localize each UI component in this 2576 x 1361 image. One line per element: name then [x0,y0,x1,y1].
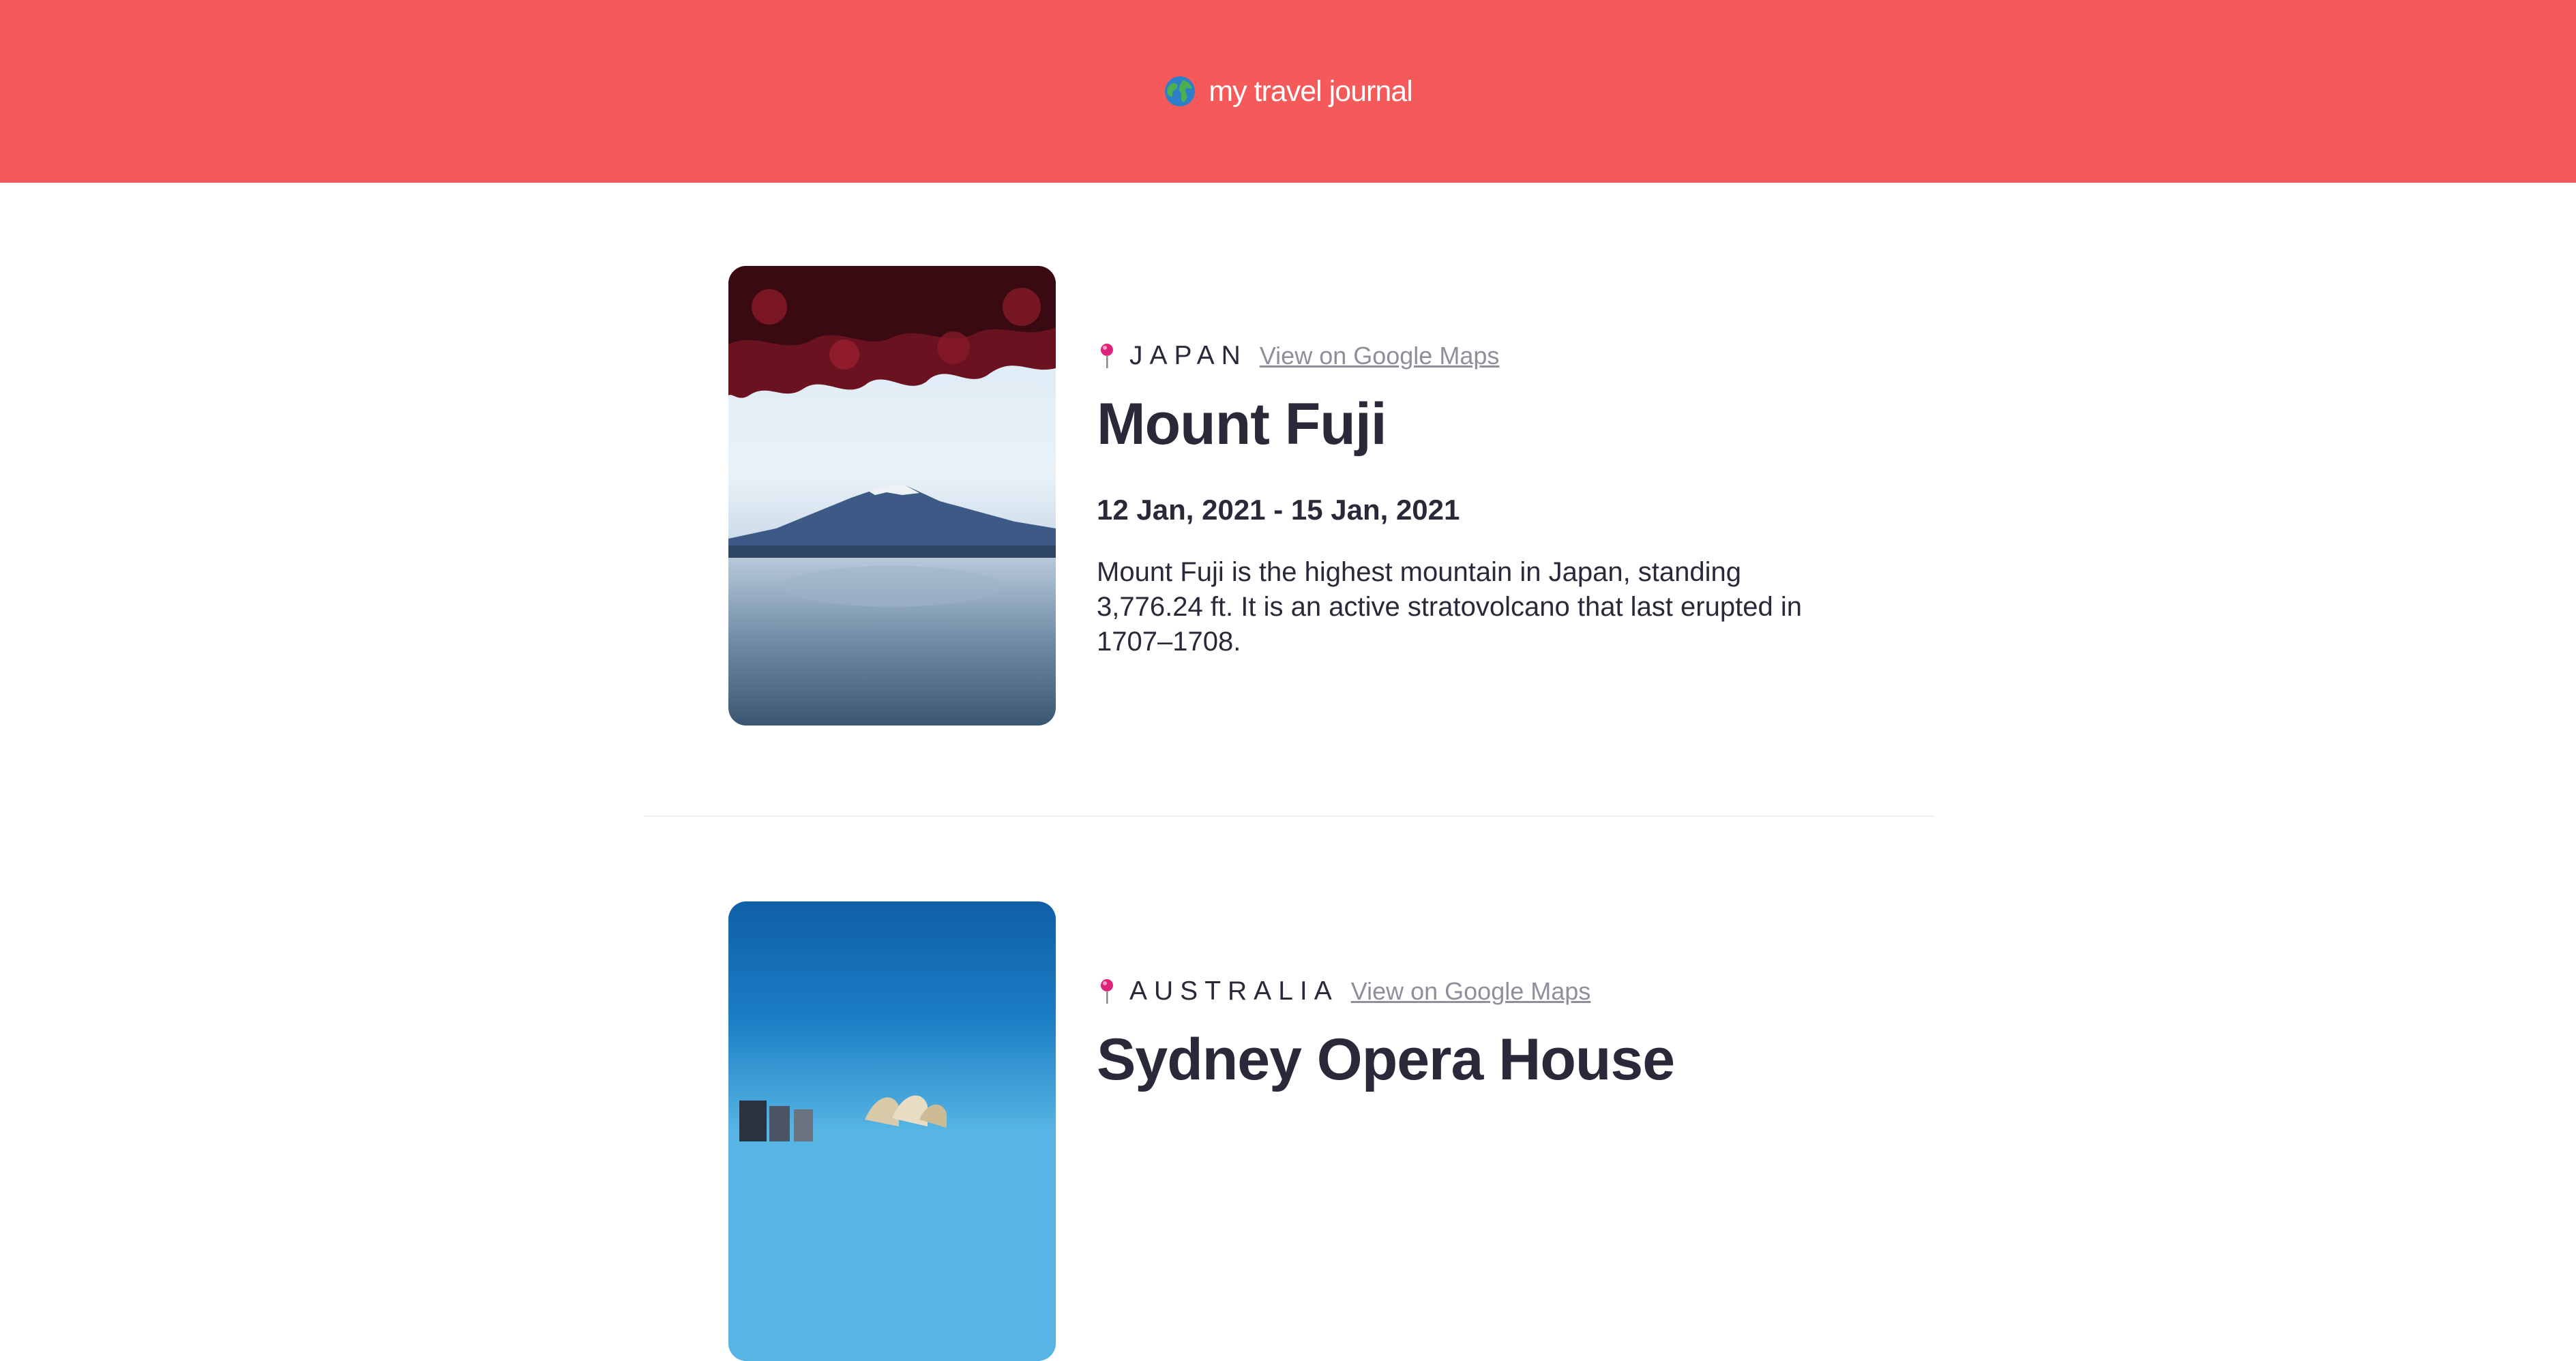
entry-dates: 12 Jan, 2021 - 15 Jan, 2021 [1097,494,1460,526]
entry-title: Mount Fuji [1097,391,1387,457]
pin-icon [1101,344,1113,368]
sydney-opera-house-photo [728,901,1056,1361]
app-title: my travel journal [1209,74,1412,108]
globe-icon [1165,76,1196,106]
entry-info: JAPAN View on Google Maps Mount Fuji 12 … [1097,340,1874,659]
navbar: my travel journal [0,0,2576,183]
location-row: JAPAN View on Google Maps [1097,340,1874,372]
pin-icon [1101,979,1113,1004]
entry-title: Sydney Opera House [1097,1027,1675,1092]
google-maps-link[interactable]: View on Google Maps [1260,342,1500,370]
entry-info: AUSTRALIA View on Google Maps Sydney Ope… [1097,975,1874,1094]
country-label: AUSTRALIA [1129,976,1339,1006]
google-maps-link[interactable]: View on Google Maps [1351,977,1591,1006]
entry-description: Mount Fuji is the highest mountain in Ja… [1097,557,1802,657]
mount-fuji-photo [728,266,1056,726]
brand[interactable]: my travel journal [1164,74,1413,108]
country-label: JAPAN [1129,341,1247,370]
entry-divider [644,816,1935,817]
location-row: AUSTRALIA View on Google Maps [1097,975,1874,1008]
